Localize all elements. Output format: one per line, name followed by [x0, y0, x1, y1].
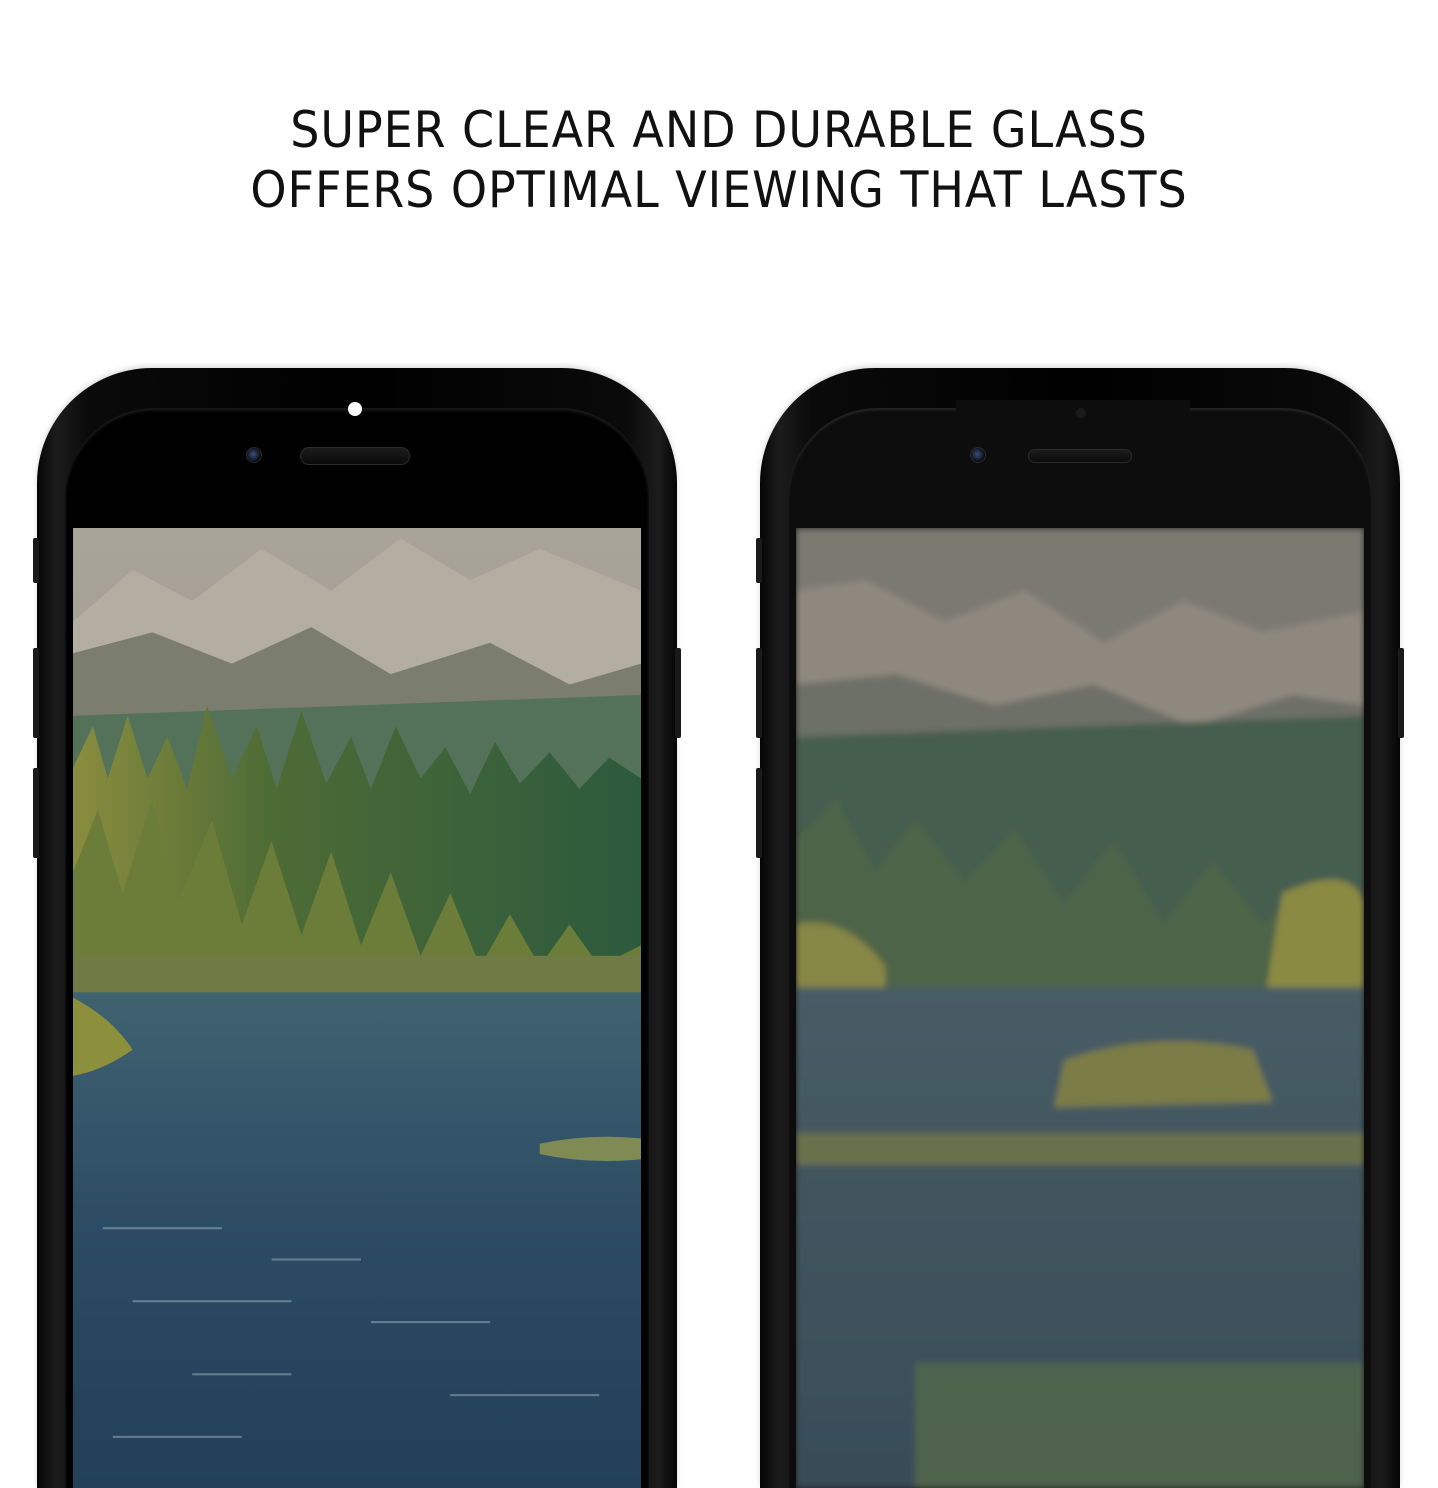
volume-up-button: [756, 648, 762, 738]
power-button: [1398, 648, 1404, 738]
front-camera-icon: [970, 447, 986, 463]
landscape-image: [73, 528, 641, 1488]
volume-down-button: [756, 768, 762, 858]
phone-screen: [73, 528, 641, 1488]
clear-glass-phone: [33, 368, 681, 1488]
headline-line-2: OFFERS OPTIMAL VIEWING THAT LASTS: [250, 161, 1188, 219]
earpiece-speaker: [300, 447, 410, 465]
phone-screen: [796, 528, 1364, 1488]
proximity-sensor: [1076, 408, 1086, 418]
mute-switch: [756, 538, 762, 583]
front-camera-icon: [246, 447, 262, 463]
mute-switch: [33, 538, 39, 583]
headline-line-1: SUPER CLEAR AND DURABLE GLASS: [290, 101, 1148, 159]
landscape-image: [796, 528, 1364, 1488]
hazy-glass-phone: [756, 368, 1404, 1488]
volume-up-button: [33, 648, 39, 738]
notch: [956, 400, 1190, 478]
volume-down-button: [33, 768, 39, 858]
power-button: [675, 648, 681, 738]
headline: SUPER CLEAR AND DURABLE GLASS OFFERS OPT…: [58, 100, 1381, 220]
earpiece-speaker: [1028, 449, 1132, 463]
notch-indent: [348, 402, 362, 416]
